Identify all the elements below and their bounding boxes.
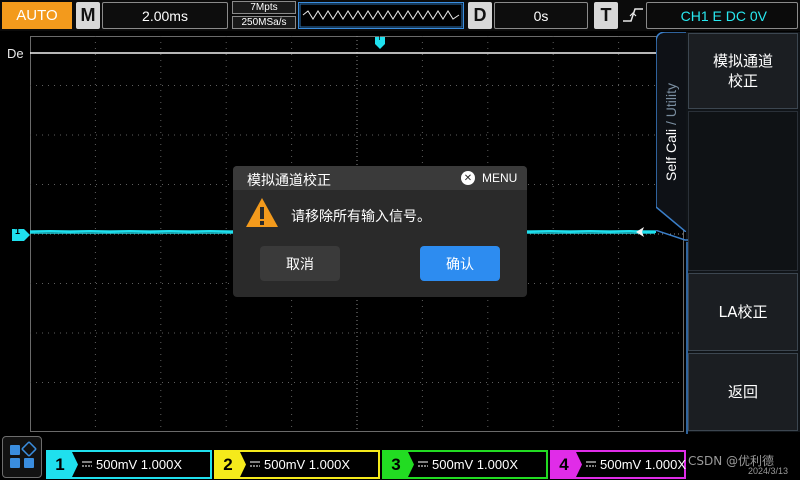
apps-grid-icon	[10, 441, 37, 468]
channel-scale: 500mV 1.000X	[600, 457, 687, 472]
memory-depth: 7Mpts	[232, 1, 296, 14]
system-date: 2024/3/13	[748, 466, 789, 476]
trigger-settings[interactable]: CH1 E DC 0V	[646, 2, 798, 29]
acquisition-info: 7Mpts 250MSa/s	[232, 1, 296, 30]
channel-4-button[interactable]: 4 500mV 1.000X	[550, 450, 686, 479]
tab-title-separator: /	[663, 117, 680, 129]
channel-scale: 500mV 1.000X	[264, 457, 351, 472]
close-icon[interactable]: ✕	[461, 171, 475, 185]
dc-coupling-icon	[586, 461, 596, 467]
calibration-dialog: 模拟通道校正 ✕ MENU 请移除所有输入信号。 取消 确认	[233, 166, 527, 297]
delay-value[interactable]: 0s	[494, 2, 588, 29]
channel-3-button[interactable]: 3 500mV 1.000X	[382, 450, 548, 479]
softkey-analog-calibration[interactable]: 模拟通道 校正	[688, 33, 798, 109]
channel-chevron-icon	[408, 452, 414, 477]
cancel-button[interactable]: 取消	[260, 246, 340, 281]
channel-number: 1	[48, 452, 72, 477]
trigger-marker-label: T	[377, 33, 382, 42]
dialog-title: 模拟通道校正	[247, 173, 331, 189]
tab-title-active: Self Cali	[663, 128, 680, 182]
channel-scale: 500mV 1.000X	[96, 457, 183, 472]
dialog-message: 请移除所有输入信号。	[291, 209, 431, 225]
softkey-back[interactable]: 返回	[688, 353, 798, 431]
dc-coupling-icon	[250, 461, 260, 467]
softkey-empty	[688, 111, 798, 271]
trigger-label: T	[594, 2, 618, 29]
warning-icon	[246, 198, 278, 227]
trigger-info: CH1 E DC 0V	[680, 7, 767, 24]
waveform-overview[interactable]	[298, 2, 464, 29]
delay-label: D	[468, 2, 492, 29]
channel-chevron-icon	[240, 452, 246, 477]
trigger-position-marker[interactable]: T	[375, 33, 385, 49]
channel-2-button[interactable]: 2 500mV 1.000X	[214, 450, 380, 479]
timebase-label: M	[76, 2, 100, 29]
tab-title-inactive: Utility	[663, 82, 680, 118]
channel-number: 2	[216, 452, 240, 477]
channel-scale: 500mV 1.000X	[432, 457, 519, 472]
confirm-button[interactable]: 确认	[420, 246, 500, 281]
dialog-menu-hint: MENU	[482, 171, 518, 185]
sample-rate: 250MSa/s	[232, 16, 296, 29]
channel-number: 4	[552, 452, 576, 477]
timebase-value[interactable]: 2.00ms	[102, 2, 228, 29]
channel-1-button[interactable]: 1 500mV 1.000X	[46, 450, 212, 479]
run-mode-badge[interactable]: AUTO	[2, 2, 72, 29]
overview-wave-icon	[299, 3, 463, 28]
dc-coupling-icon	[418, 461, 428, 467]
digital-channel-label: De	[7, 46, 24, 61]
channel-chevron-icon	[72, 452, 78, 477]
channel-number: 3	[384, 452, 408, 477]
trigger-level-icon[interactable]	[636, 227, 648, 237]
rising-edge-icon	[623, 8, 643, 22]
panel-border	[680, 242, 688, 444]
ch1-offset-marker[interactable]: 1	[12, 226, 30, 241]
ch1-marker-label: 1	[15, 226, 21, 236]
home-button[interactable]	[2, 436, 42, 478]
softkey-la-calibration[interactable]: LA校正	[688, 273, 798, 351]
channel-chevron-icon	[576, 452, 582, 477]
dc-coupling-icon	[82, 461, 92, 467]
